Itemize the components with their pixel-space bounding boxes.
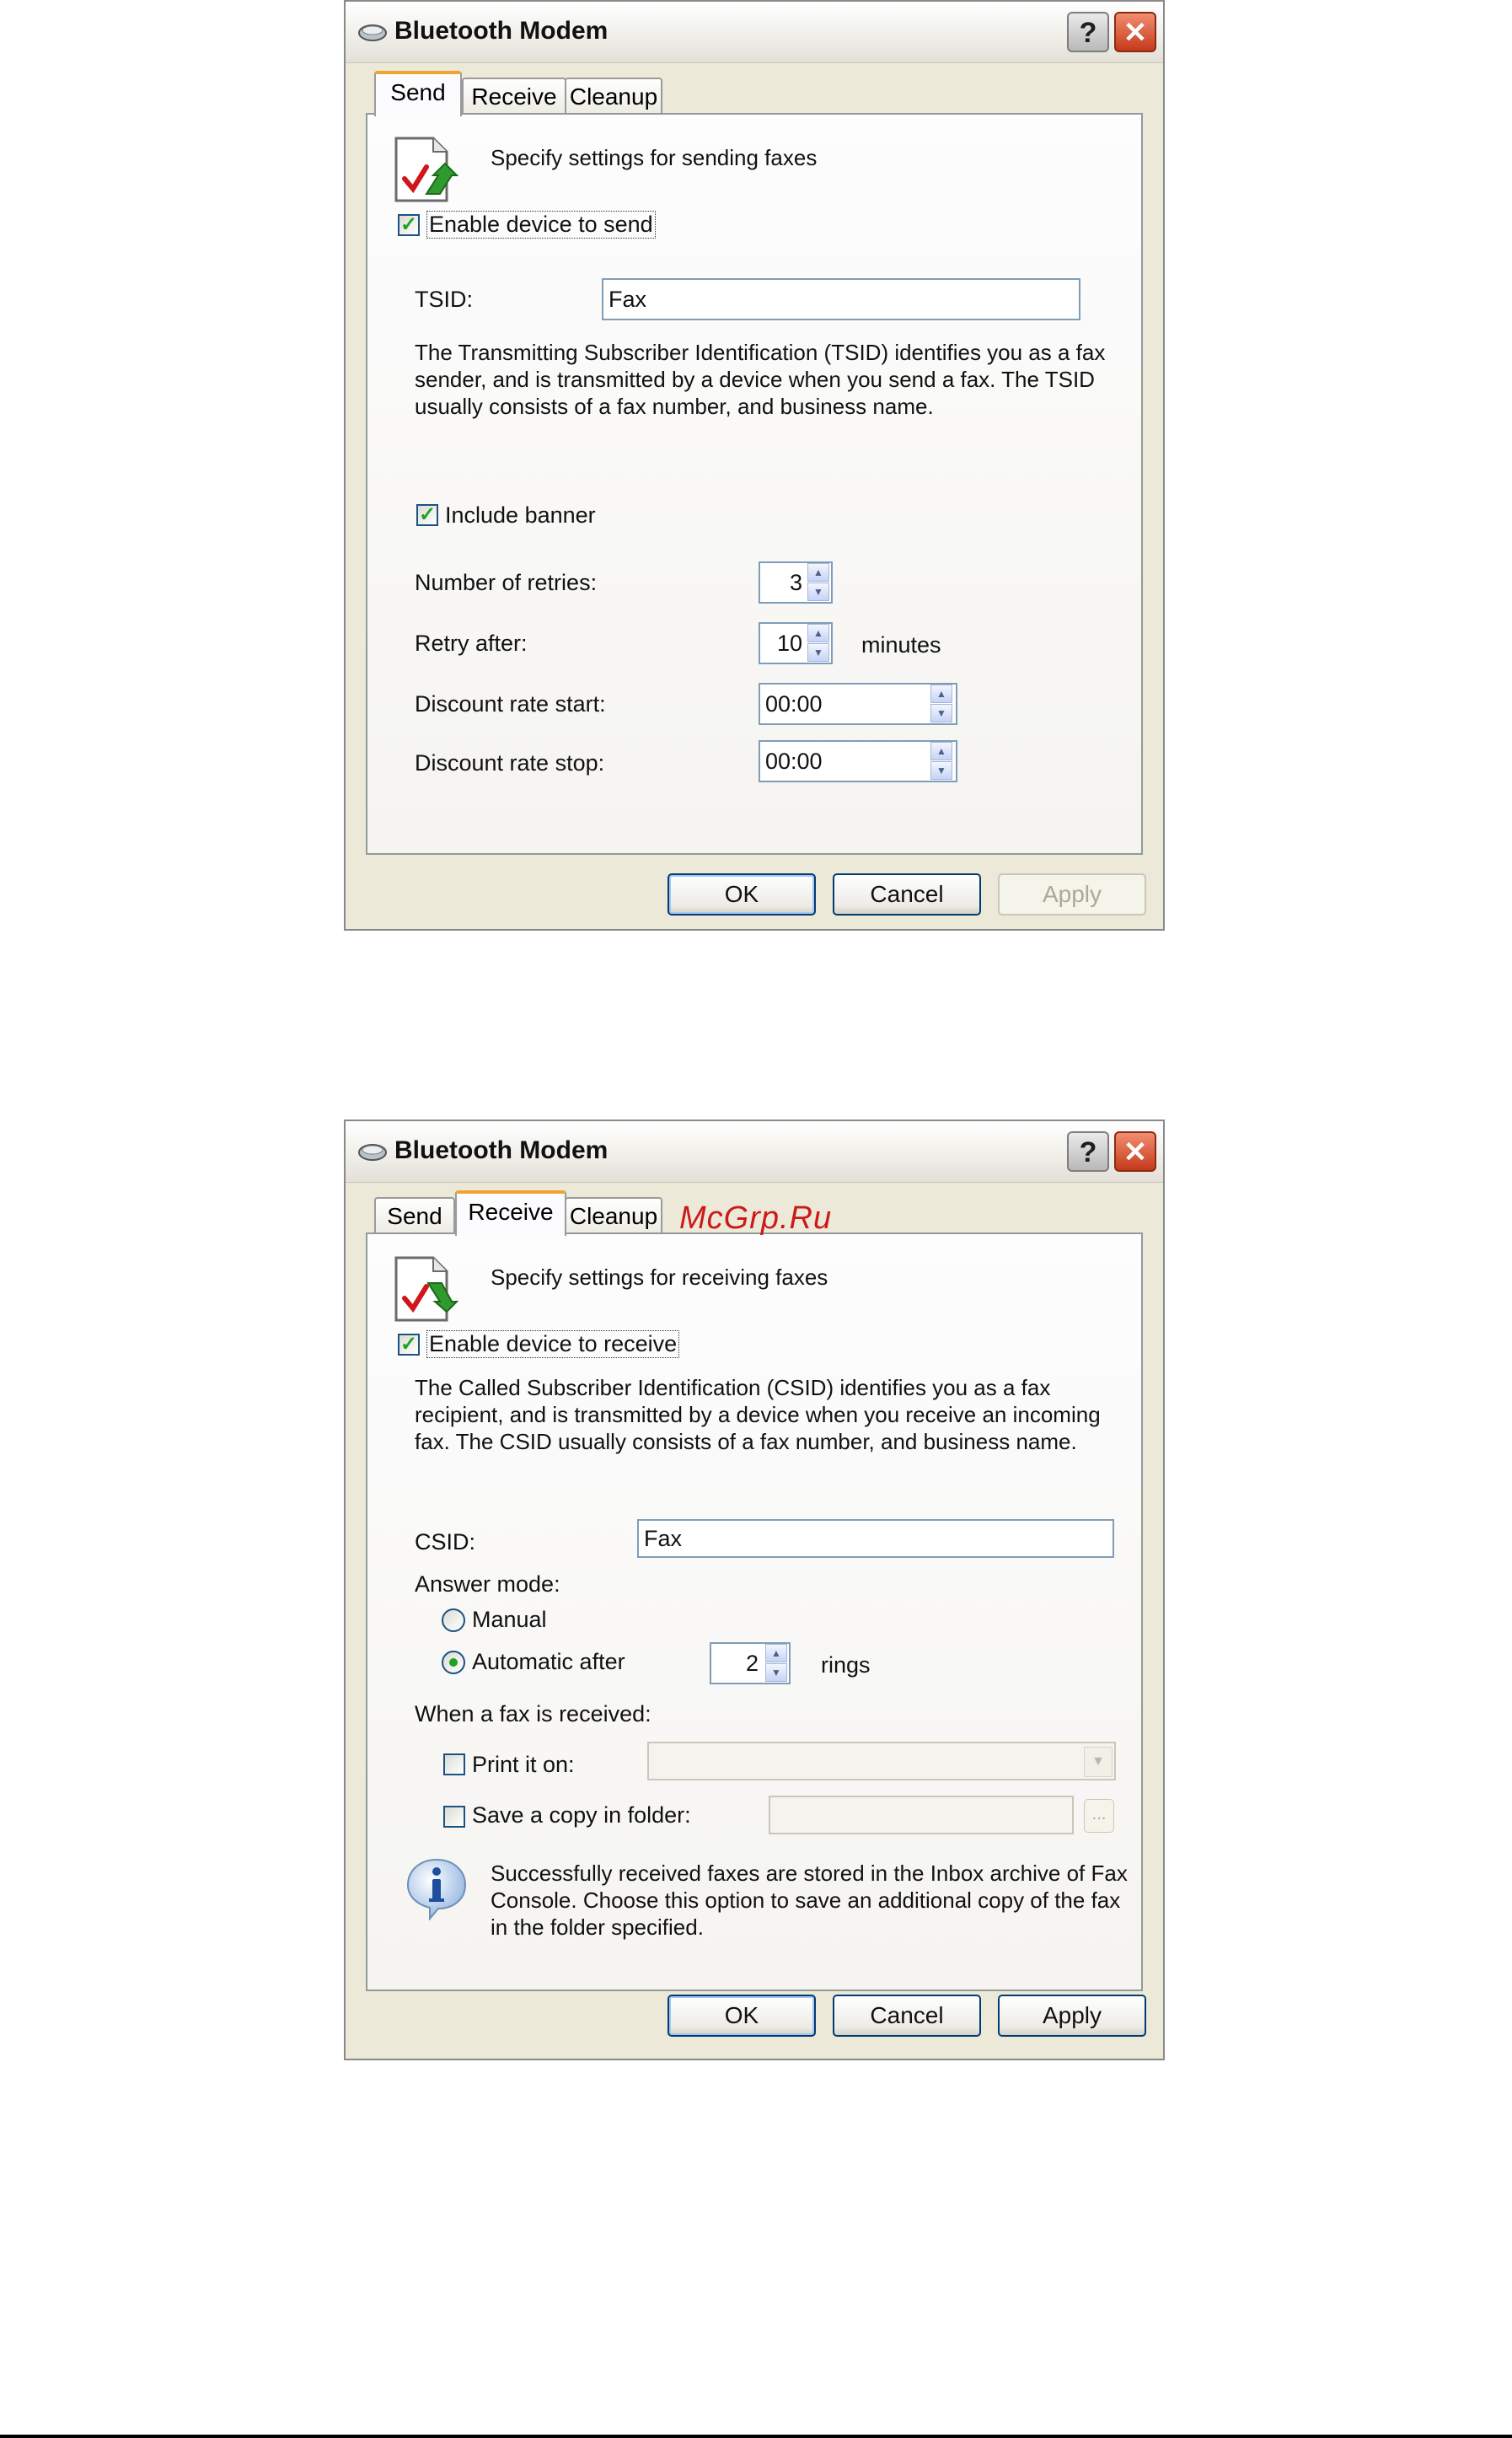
send-panel: Specify settings for sending faxes ✓ Ena… — [366, 113, 1143, 855]
csid-description: The Called Subscriber Identification (CS… — [415, 1375, 1101, 1454]
help-button[interactable]: ? — [1067, 12, 1109, 52]
help-button[interactable]: ? — [1067, 1131, 1109, 1172]
dialog-title: Bluetooth Modem — [394, 1136, 609, 1164]
chevron-down-icon[interactable]: ▼ — [1084, 1747, 1113, 1777]
include-banner-label: Include banner — [445, 502, 596, 528]
save-copy-label: Save a copy in folder: — [472, 1802, 691, 1828]
discount-stop-input[interactable]: 00:00 — [759, 740, 957, 782]
watermark: McGrp.Ru — [679, 1200, 833, 1236]
bluetooth-modem-dialog-send: Bluetooth Modem ? ✕ Send Receive Cleanup… — [344, 0, 1165, 931]
info-icon — [406, 1858, 467, 1920]
cancel-button[interactable]: Cancel — [833, 873, 981, 916]
receive-header-text: Specify settings for receiving faxes — [491, 1265, 828, 1290]
close-button[interactable]: ✕ — [1114, 1131, 1156, 1172]
include-banner-checkbox[interactable]: ✓ — [416, 504, 438, 526]
discount-start-input[interactable]: 00:00 — [759, 683, 957, 725]
fax-page-icon — [394, 1256, 458, 1322]
discount-start-label: Discount rate start: — [415, 691, 606, 717]
discount-stop-label: Discount rate stop: — [415, 750, 605, 776]
title-bar[interactable]: Bluetooth Modem ? ✕ — [346, 2, 1163, 63]
retries-label: Number of retries: — [415, 570, 598, 595]
browse-button[interactable]: ... — [1084, 1799, 1114, 1833]
tab-cleanup[interactable]: Cleanup — [565, 1197, 662, 1234]
discount-start-spinner[interactable]: ▲ ▼ — [929, 683, 954, 725]
receive-panel: Specify settings for receiving faxes ✓ E… — [366, 1232, 1143, 1991]
ok-button[interactable]: OK — [668, 1995, 816, 2037]
manual-label: Manual — [472, 1607, 547, 1632]
automatic-radio[interactable] — [442, 1651, 465, 1674]
retry-unit: minutes — [861, 632, 941, 658]
retry-after-spinner[interactable]: ▲ ▼ — [806, 622, 831, 664]
enable-send-checkbox[interactable]: ✓ — [398, 214, 420, 236]
discount-stop-spinner[interactable]: ▲ ▼ — [929, 740, 954, 782]
folder-input[interactable] — [769, 1796, 1074, 1834]
bluetooth-modem-dialog-receive: Bluetooth Modem ? ✕ Send Receive Cleanup… — [344, 1120, 1165, 2060]
enable-send-label: Enable device to send — [426, 211, 656, 239]
csid-input[interactable]: Fax — [637, 1519, 1114, 1558]
dialog-title: Bluetooth Modem — [394, 17, 609, 45]
fax-page-icon — [394, 137, 458, 202]
tsid-label: TSID: — [415, 287, 474, 312]
enable-receive-checkbox[interactable]: ✓ — [398, 1334, 420, 1356]
answer-mode-label: Answer mode: — [415, 1571, 560, 1597]
modem-icon — [358, 1144, 387, 1161]
printer-select[interactable] — [647, 1742, 1116, 1780]
manual-radio[interactable] — [442, 1608, 465, 1632]
save-copy-checkbox[interactable] — [443, 1806, 465, 1828]
when-received-label: When a fax is received: — [415, 1701, 651, 1726]
automatic-label: Automatic after — [472, 1649, 625, 1674]
send-header-text: Specify settings for sending faxes — [491, 145, 818, 170]
tab-receive[interactable]: Receive — [455, 1190, 566, 1236]
retry-after-label: Retry after: — [415, 631, 528, 656]
print-it-on-label: Print it on: — [472, 1752, 575, 1777]
ok-button[interactable]: OK — [668, 873, 816, 916]
cancel-button[interactable]: Cancel — [833, 1995, 981, 2037]
apply-button[interactable]: Apply — [998, 1995, 1146, 2037]
enable-receive-label: Enable device to receive — [426, 1330, 680, 1358]
tsid-input[interactable]: Fax — [602, 278, 1080, 320]
tab-cleanup[interactable]: Cleanup — [565, 78, 662, 115]
rings-unit: rings — [821, 1652, 871, 1678]
info-text: Successfully received faxes are stored i… — [491, 1861, 1128, 1940]
page-bottom-rule — [0, 2435, 1512, 2438]
tab-send[interactable]: Send — [374, 1197, 455, 1234]
tsid-description: The Transmitting Subscriber Identificati… — [415, 340, 1106, 419]
title-bar[interactable]: Bluetooth Modem ? ✕ — [346, 1121, 1163, 1183]
modem-icon — [358, 24, 387, 41]
rings-spinner[interactable]: ▲ ▼ — [764, 1642, 789, 1684]
csid-label: CSID: — [415, 1529, 476, 1555]
close-button[interactable]: ✕ — [1114, 12, 1156, 52]
tab-send[interactable]: Send — [374, 71, 462, 116]
tab-receive[interactable]: Receive — [462, 78, 566, 115]
apply-button[interactable]: Apply — [998, 873, 1146, 916]
print-it-on-checkbox[interactable] — [443, 1753, 465, 1775]
retries-spinner[interactable]: ▲ ▼ — [806, 561, 831, 604]
